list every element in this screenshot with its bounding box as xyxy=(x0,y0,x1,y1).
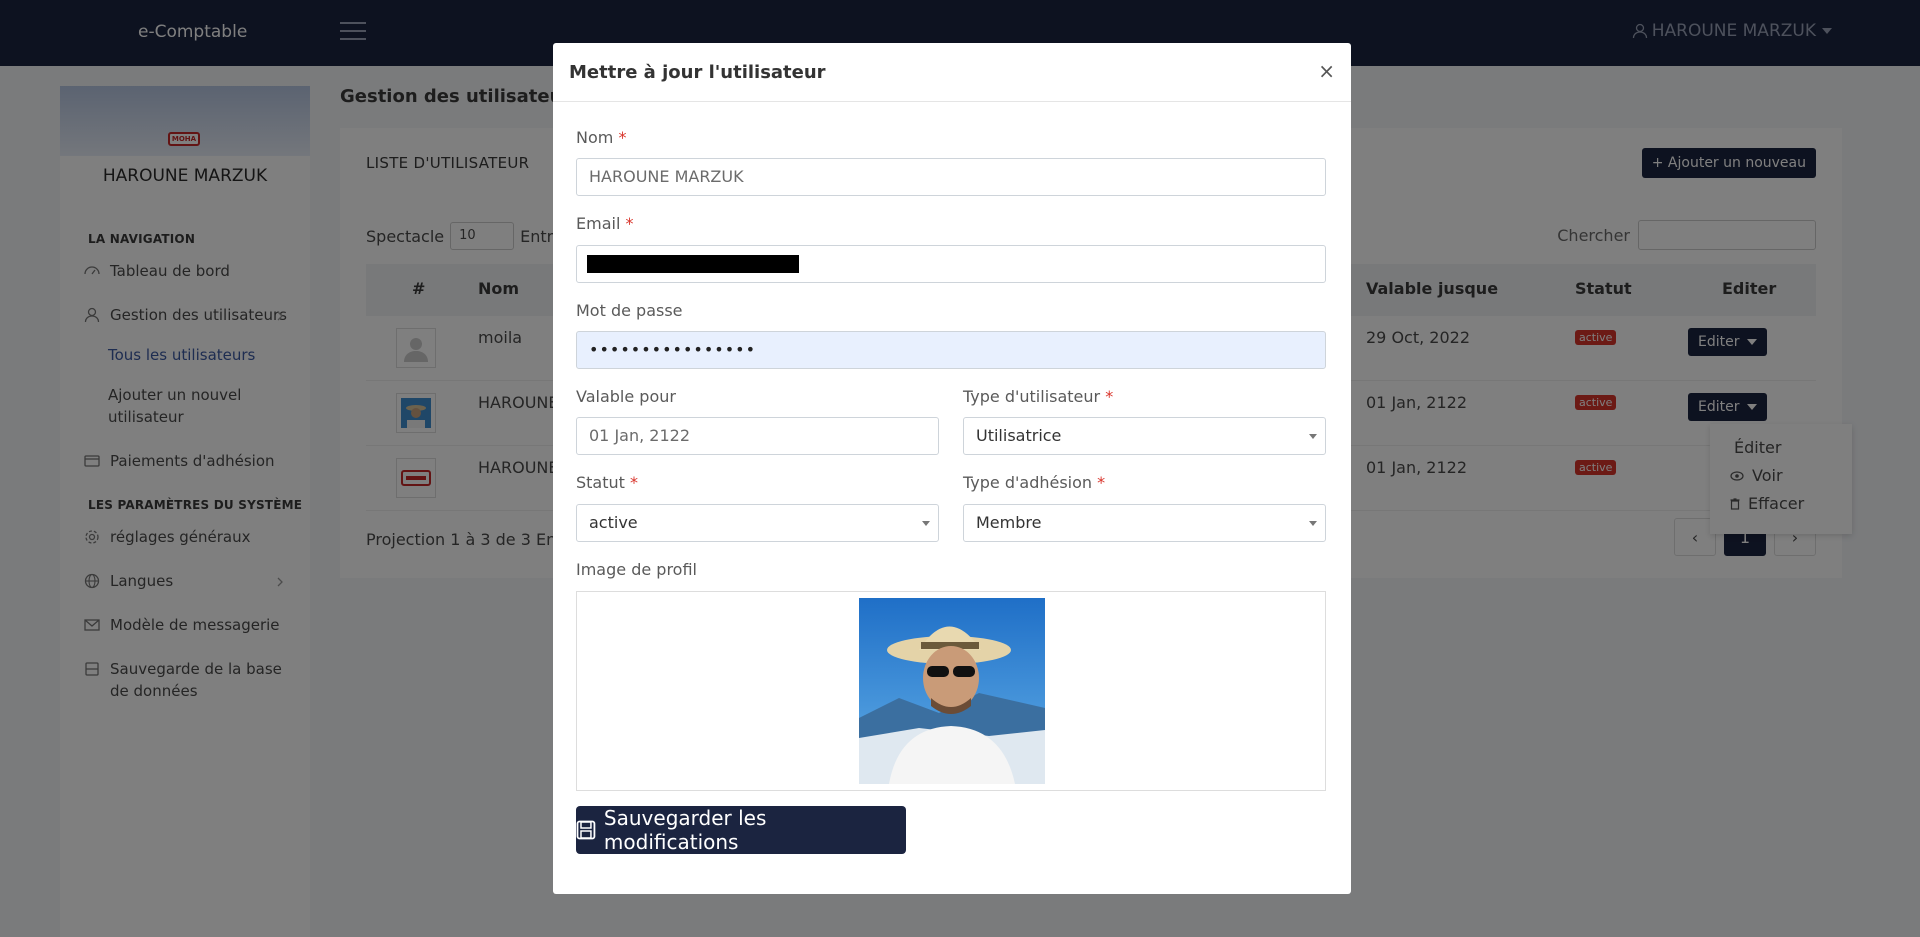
chevron-down-icon xyxy=(922,521,930,526)
profile-image xyxy=(859,598,1045,784)
required-mark: * xyxy=(1105,387,1114,406)
membership-type-label: Type d'adhésion * xyxy=(963,473,1105,492)
required-mark: * xyxy=(1097,473,1106,492)
chevron-down-icon xyxy=(1309,434,1317,439)
required-mark: * xyxy=(625,214,634,233)
name-label: Nom * xyxy=(576,128,626,147)
user-type-label-text: Type d'utilisateur xyxy=(963,387,1101,406)
profile-photo-illustration xyxy=(859,598,1045,784)
floppy-disk-icon xyxy=(576,820,596,840)
email-label: Email * xyxy=(576,214,633,233)
close-icon[interactable]: × xyxy=(1318,59,1335,83)
user-type-value: Utilisatrice xyxy=(976,426,1062,445)
profile-image-dropzone[interactable] xyxy=(576,591,1326,791)
name-field[interactable]: HAROUNE MARZUK xyxy=(576,158,1326,196)
modal-header: Mettre à jour l'utilisateur × xyxy=(553,43,1351,102)
name-label-text: Nom xyxy=(576,128,614,147)
email-field[interactable] xyxy=(576,245,1326,283)
password-field-value: •••••••••••••••• xyxy=(589,340,756,359)
membership-label-text: Type d'adhésion xyxy=(963,473,1093,492)
update-user-modal: Mettre à jour l'utilisateur × Nom * HARO… xyxy=(553,43,1351,894)
status-select[interactable]: active xyxy=(576,504,939,542)
status-label-text: Statut xyxy=(576,473,625,492)
password-label: Mot de passe xyxy=(576,301,683,320)
membership-type-select[interactable]: Membre xyxy=(963,504,1326,542)
chevron-down-icon xyxy=(1309,521,1317,526)
profile-image-label: Image de profil xyxy=(576,560,697,579)
save-changes-label: Sauvegarder les modifications xyxy=(603,806,767,854)
valid-for-label: Valable pour xyxy=(576,387,676,406)
valid-for-field[interactable]: 01 Jan, 2122 xyxy=(576,417,939,455)
status-value: active xyxy=(589,513,638,532)
membership-value: Membre xyxy=(976,513,1042,532)
email-label-text: Email xyxy=(576,214,621,233)
password-field[interactable]: •••••••••••••••• xyxy=(576,331,1326,369)
valid-for-value: 01 Jan, 2122 xyxy=(589,426,690,445)
name-field-value: HAROUNE MARZUK xyxy=(589,167,744,186)
redacted-email xyxy=(587,255,799,273)
modal-title: Mettre à jour l'utilisateur xyxy=(569,62,826,83)
status-label: Statut * xyxy=(576,473,638,492)
required-mark: * xyxy=(618,128,627,147)
required-mark: * xyxy=(630,473,639,492)
user-type-label: Type d'utilisateur * xyxy=(963,387,1113,406)
user-type-select[interactable]: Utilisatrice xyxy=(963,417,1326,455)
save-changes-button[interactable]: Sauvegarder les modifications xyxy=(576,806,906,854)
